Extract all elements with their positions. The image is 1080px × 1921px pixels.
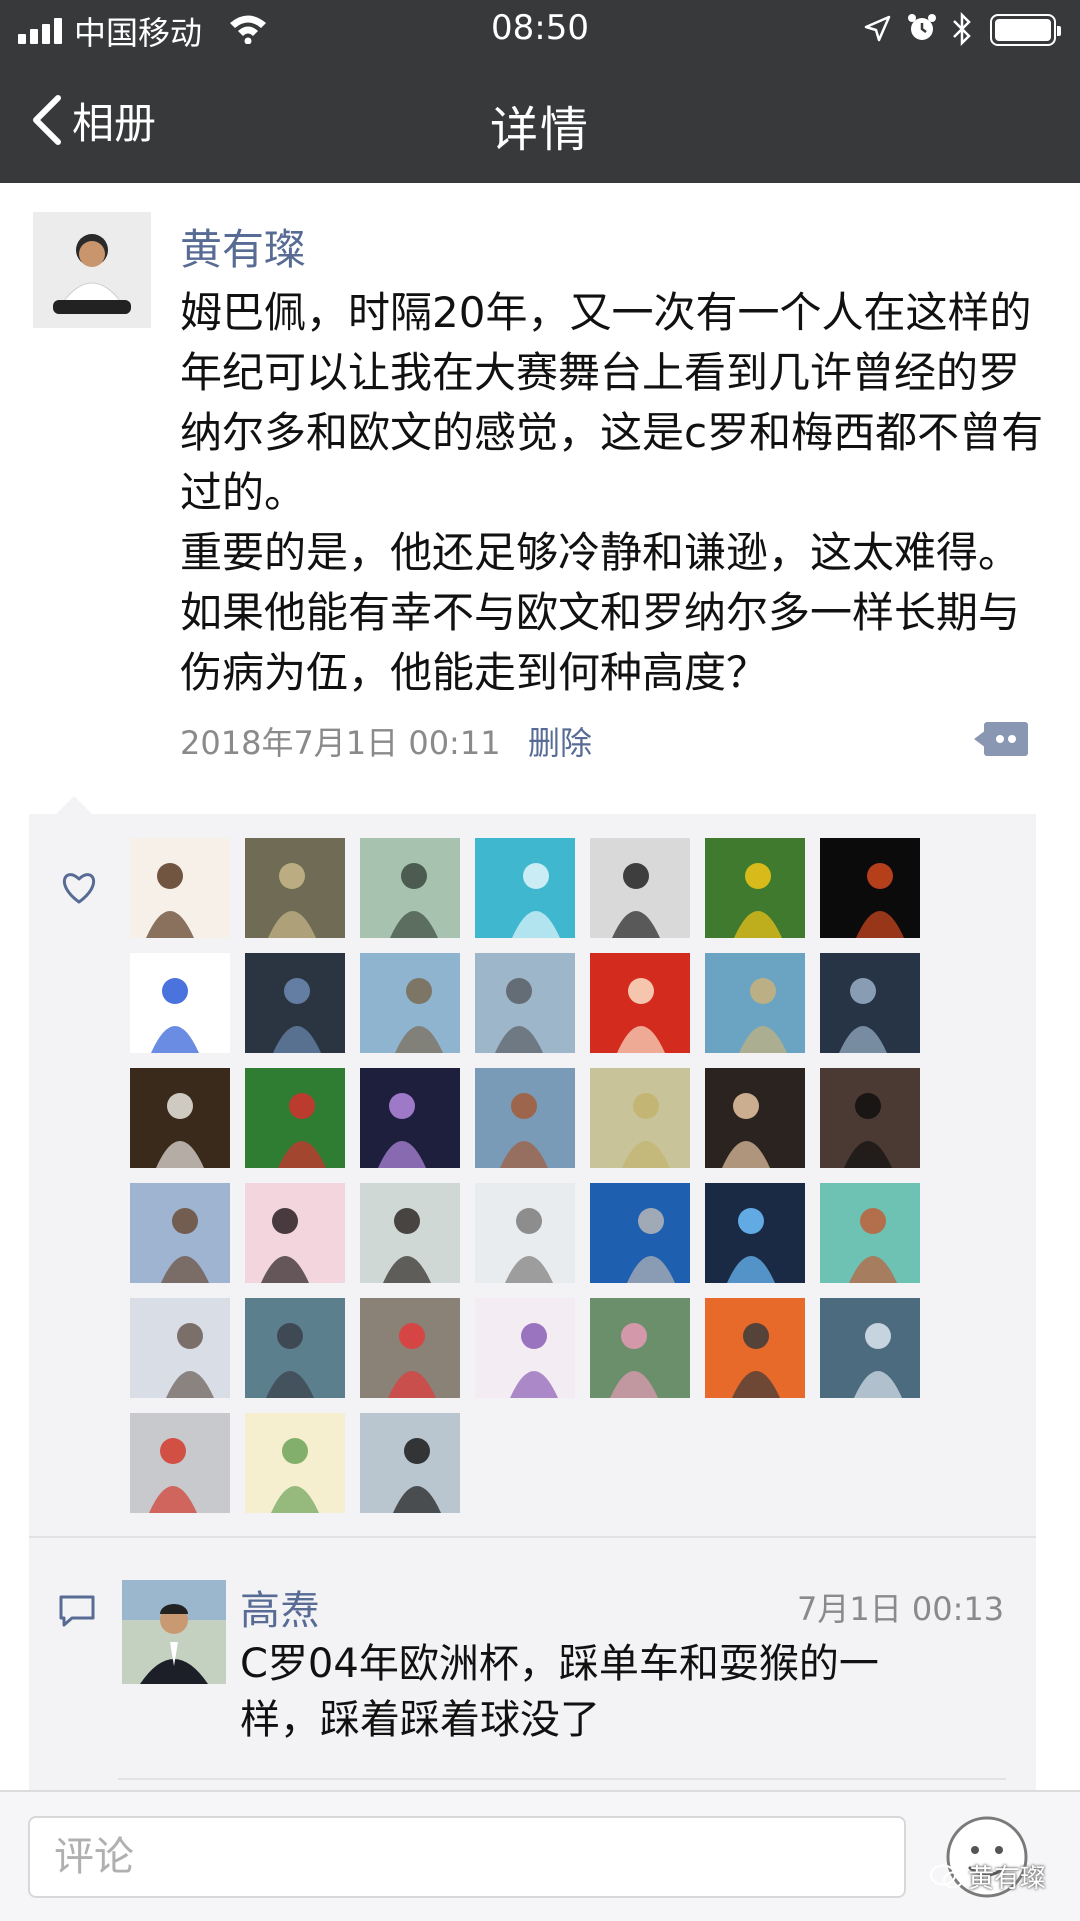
- liker-avatar[interactable]: [590, 838, 690, 938]
- comment-icon: [59, 1595, 95, 1627]
- navigation-bar: 相册 详情: [0, 60, 1080, 183]
- bluetooth-icon: [953, 12, 971, 46]
- likes-avatar-grid: [130, 838, 930, 1513]
- commenter-name[interactable]: 高焘: [240, 1578, 320, 1636]
- panel-divider: [29, 1536, 1036, 1538]
- liker-avatar[interactable]: [130, 1183, 230, 1283]
- commenter-avatar[interactable]: [122, 1580, 226, 1684]
- post-text: 姆巴佩，时隔20年，又一次有一个人在这样的年纪可以让我在大赛舞台上看到几许曾经的…: [180, 288, 1044, 697]
- liker-avatar[interactable]: [590, 1068, 690, 1168]
- location-icon: [864, 15, 891, 42]
- liker-avatar[interactable]: [130, 838, 230, 938]
- liker-avatar[interactable]: [245, 1068, 345, 1168]
- liker-avatar[interactable]: [245, 838, 345, 938]
- liker-avatar[interactable]: [475, 1298, 575, 1398]
- liker-avatar[interactable]: [245, 1413, 345, 1513]
- liker-avatar[interactable]: [820, 953, 920, 1053]
- battery-icon: [990, 14, 1061, 46]
- comment-time: 7月1日 00:13: [797, 1590, 1005, 1628]
- liker-avatar[interactable]: [820, 1183, 920, 1283]
- delete-button[interactable]: 删除: [528, 718, 592, 764]
- panel-arrow: [56, 796, 92, 814]
- liker-avatar[interactable]: [475, 838, 575, 938]
- wechat-watermark: 黄有璨: [930, 1858, 1046, 1895]
- liker-avatar[interactable]: [130, 1068, 230, 1168]
- author-avatar[interactable]: [33, 212, 151, 328]
- liker-avatar[interactable]: [360, 1298, 460, 1398]
- liker-avatar[interactable]: [820, 838, 920, 938]
- liker-avatar[interactable]: [360, 838, 460, 938]
- comment-text: C罗04年欧洲杯，踩单车和耍猴的一 样，踩着踩着球没了: [240, 1641, 879, 1743]
- page-title: 详情: [489, 102, 590, 158]
- liker-avatar[interactable]: [705, 953, 805, 1053]
- liker-avatar[interactable]: [245, 1183, 345, 1283]
- liker-avatar[interactable]: [475, 1068, 575, 1168]
- liker-avatar[interactable]: [705, 838, 805, 938]
- status-bar: 中国移动 08:50: [0, 0, 1080, 60]
- liker-avatar[interactable]: [705, 1183, 805, 1283]
- liker-avatar[interactable]: [590, 1298, 690, 1398]
- liker-avatar[interactable]: [130, 953, 230, 1053]
- liker-avatar[interactable]: [130, 1298, 230, 1398]
- liker-avatar[interactable]: [245, 1298, 345, 1398]
- comment-input[interactable]: [28, 1816, 906, 1898]
- liker-avatar[interactable]: [590, 1183, 690, 1283]
- top-bar: 中国移动 08:50 相册 详情: [0, 0, 1080, 183]
- liker-avatar[interactable]: [360, 1068, 460, 1168]
- liker-avatar[interactable]: [590, 953, 690, 1053]
- more-actions-icon[interactable]: [974, 718, 1030, 760]
- liker-avatar[interactable]: [130, 1413, 230, 1513]
- watermark-text: 黄有璨: [968, 1864, 1047, 1894]
- comment-divider: [118, 1778, 1006, 1780]
- liker-avatar[interactable]: [705, 1298, 805, 1398]
- wechat-logo-icon: [930, 1864, 963, 1888]
- liker-avatar[interactable]: [475, 1183, 575, 1283]
- liker-avatar[interactable]: [820, 1068, 920, 1168]
- liker-avatar[interactable]: [360, 1413, 460, 1513]
- liker-avatar[interactable]: [360, 953, 460, 1053]
- heart-icon: [62, 873, 96, 904]
- liker-avatar[interactable]: [360, 1183, 460, 1283]
- liker-avatar[interactable]: [245, 953, 345, 1053]
- alarm-icon: [908, 14, 936, 40]
- liker-avatar[interactable]: [705, 1068, 805, 1168]
- liker-avatar[interactable]: [475, 953, 575, 1053]
- liker-avatar[interactable]: [820, 1298, 920, 1398]
- post-timestamp: 2018年7月1日 00:11: [180, 724, 501, 762]
- post-author-name[interactable]: 黄有璨: [180, 216, 306, 277]
